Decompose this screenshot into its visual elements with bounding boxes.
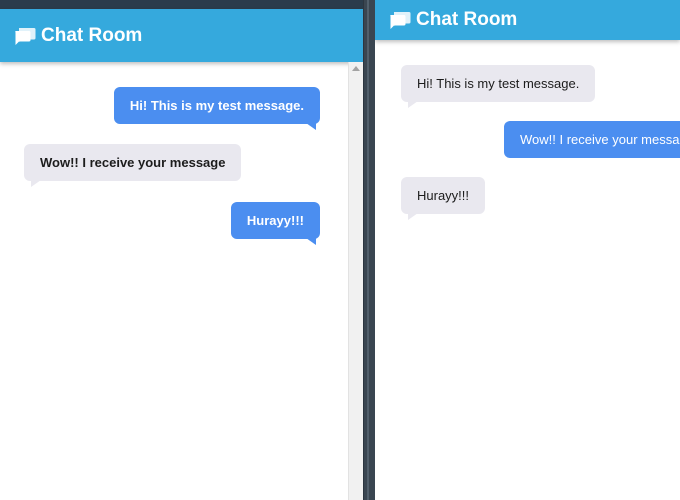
message-bubble-sent: Wow!! I receive your messa bbox=[504, 121, 680, 158]
message-text: Wow!! I receive your message bbox=[40, 155, 226, 170]
chat-window-left: Chat Room Hi! This is my test message. W… bbox=[0, 0, 364, 500]
message-bubble-received: Hi! This is my test message. bbox=[401, 65, 596, 108]
chat-bubbles-icon bbox=[389, 10, 411, 30]
message-text: Hi! This is my test message. bbox=[129, 98, 304, 113]
message-text: Hurayy!!! bbox=[246, 213, 304, 228]
message-bubble-received: Hurayy!!! bbox=[401, 177, 486, 220]
scrollbar[interactable] bbox=[348, 62, 363, 500]
message-text: Wow!! I receive your messa bbox=[520, 132, 680, 147]
window-divider bbox=[364, 0, 375, 500]
divider-line bbox=[367, 0, 369, 500]
page-title: Chat Room bbox=[416, 9, 518, 30]
message-bubble-sent: Hi! This is my test message. bbox=[113, 87, 320, 130]
chat-bubbles-icon bbox=[14, 26, 36, 46]
chat-window-right: Chat Room Hi! This is my test message. W… bbox=[375, 0, 680, 500]
chat-header-right: Chat Room bbox=[375, 0, 680, 40]
chat-header-left: Chat Room bbox=[0, 9, 363, 62]
desktop: Chat Room Hi! This is my test message. W… bbox=[0, 0, 680, 500]
message-bubble-received: Wow!! I receive your message bbox=[24, 144, 242, 187]
message-bubble-sent: Hurayy!!! bbox=[230, 202, 320, 245]
message-text: Hurayy!!! bbox=[417, 188, 470, 203]
scroll-up-arrow-icon[interactable] bbox=[352, 66, 360, 71]
message-text: Hi! This is my test message. bbox=[417, 76, 580, 91]
window-top-strip bbox=[0, 0, 363, 9]
page-title: Chat Room bbox=[41, 24, 143, 46]
